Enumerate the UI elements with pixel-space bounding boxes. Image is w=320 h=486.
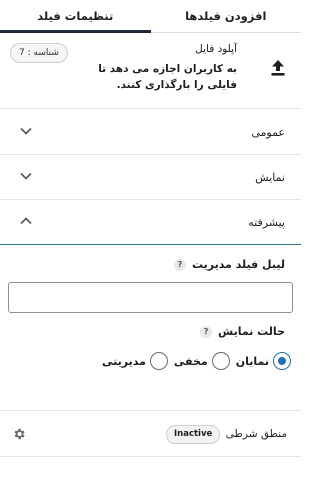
tab-field-settings[interactable]: تنظیمات فیلد	[0, 0, 151, 33]
tab-label: تنظیمات فیلد	[37, 9, 114, 23]
chevron-up-icon	[20, 217, 32, 225]
radio-option-admin[interactable]: مدیریتی	[102, 352, 168, 370]
section-label: نمایش	[255, 171, 285, 184]
section-advanced[interactable]: پیشرفته	[0, 200, 301, 245]
field-id-badge: شناسه : 7	[10, 43, 68, 63]
section-label: عمومی	[251, 126, 285, 139]
radio-label: نمایان	[235, 354, 269, 368]
panel-tabs: تنظیمات فیلد افزودن فیلدها	[0, 0, 301, 33]
conditional-status-badge[interactable]: Inactive	[166, 425, 221, 444]
conditional-logic-row: منطق شرطی Inactive	[0, 411, 301, 457]
help-icon[interactable]: ?	[173, 258, 186, 271]
display-mode-radio-group: نمایان مخفی مدیریتی	[102, 352, 291, 370]
admin-label-input[interactable]	[8, 282, 293, 313]
admin-label-row: لیبل فیلد مدیریت ?	[173, 258, 285, 271]
radio-option-hidden[interactable]: مخفی	[174, 352, 230, 370]
display-mode-row: حالت نمایش ?	[200, 325, 285, 338]
display-mode-title: حالت نمایش	[218, 325, 285, 338]
field-settings-panel: تنظیمات فیلد افزودن فیلدها آپلود فایل به…	[0, 0, 301, 486]
section-general[interactable]: عمومی	[0, 110, 301, 155]
radio-button[interactable]	[149, 352, 168, 370]
section-label: پیشرفته	[248, 216, 285, 229]
field-header: آپلود فایل به کاربران اجازه می دهد تا فا…	[0, 33, 301, 109]
radio-option-visible[interactable]: نمایان	[236, 352, 291, 370]
radio-label: مخفی	[173, 354, 208, 368]
upload-icon	[271, 60, 285, 76]
section-display[interactable]: نمایش	[0, 155, 301, 200]
chevron-down-icon	[20, 172, 32, 180]
field-type-title: آپلود فایل	[195, 43, 237, 55]
gear-icon[interactable]	[12, 427, 26, 441]
field-description: به کاربران اجازه می دهد تا فایلی را بارگ…	[98, 63, 237, 91]
radio-button[interactable]	[273, 352, 291, 370]
admin-label-title: لیبل فیلد مدیریت	[191, 258, 285, 271]
help-icon[interactable]: ?	[200, 325, 213, 338]
radio-button[interactable]	[211, 352, 230, 370]
tab-add-fields[interactable]: افزودن فیلدها	[151, 0, 302, 32]
conditional-logic-label: منطق شرطی	[225, 428, 287, 440]
tab-label: افزودن فیلدها	[185, 9, 267, 23]
radio-label: مدیریتی	[102, 354, 146, 368]
chevron-down-icon	[20, 127, 32, 135]
